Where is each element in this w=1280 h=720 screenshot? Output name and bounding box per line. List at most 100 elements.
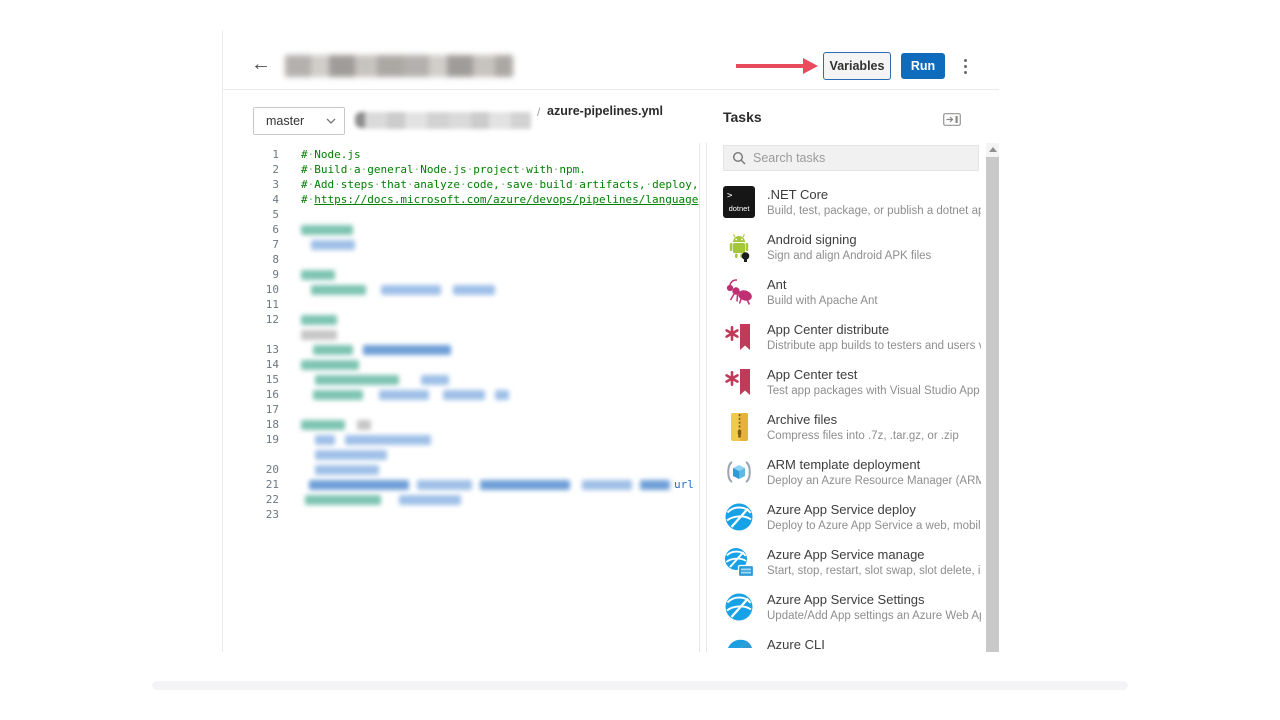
code-content <box>301 390 509 400</box>
task-list-item[interactable]: Azure App Service SettingsUpdate/Add App… <box>723 591 981 625</box>
task-list-item[interactable]: >dotnet.NET CoreBuild, test, package, or… <box>723 186 981 220</box>
line-number: 6 <box>223 223 279 236</box>
code-line: 10 <box>223 282 699 297</box>
code-content <box>301 435 431 445</box>
code-line: 6 <box>223 222 699 237</box>
code-content: #·Add·steps·that·analyze·code,·save·buil… <box>301 178 698 191</box>
line-number: 9 <box>223 268 279 281</box>
app-service-icon <box>723 591 755 623</box>
task-list-item[interactable]: Android signingSign and align Android AP… <box>723 231 981 265</box>
line-number: 14 <box>223 358 279 371</box>
code-line: 13 <box>223 342 699 357</box>
yaml-filename: azure-pipelines.yml <box>547 104 663 118</box>
task-text: Azure App Service deployDeploy to Azure … <box>767 501 981 533</box>
task-list-item[interactable]: Azure CLI <box>723 636 981 652</box>
whitespace-dot: · <box>361 163 368 176</box>
line-number: 8 <box>223 253 279 266</box>
branch-selector[interactable]: master <box>253 107 345 135</box>
comment-link[interactable]: https://docs.microsoft.com/azure/devops/… <box>314 193 698 206</box>
line-number: 13 <box>223 343 279 356</box>
task-description: Distribute app builds to testers and use… <box>767 339 981 353</box>
search-icon <box>732 151 746 165</box>
variables-button[interactable]: Variables <box>823 52 891 80</box>
code-line: 18 <box>223 417 699 432</box>
code-content <box>301 240 355 250</box>
whitespace-dot: · <box>334 178 341 191</box>
task-list-item[interactable]: AntBuild with Apache Ant <box>723 276 981 310</box>
back-arrow-icon[interactable]: ← <box>251 54 271 74</box>
redacted-code <box>301 420 371 430</box>
editor-divider <box>699 143 700 652</box>
android-icon <box>723 231 755 263</box>
archive-icon <box>723 411 755 443</box>
redacted-code <box>301 240 355 250</box>
redacted-code <box>301 345 451 355</box>
redacted-code <box>301 225 353 235</box>
whitespace-dot: · <box>414 163 421 176</box>
pipeline-title-redacted <box>285 55 513 77</box>
whitespace-dot: · <box>573 178 580 191</box>
scrollbar-thumb[interactable] <box>986 157 999 652</box>
code-line: 12 <box>223 312 699 327</box>
task-list-item[interactable]: ARM template deploymentDeploy an Azure R… <box>723 456 981 490</box>
code-fragment: url <box>674 478 694 491</box>
tasks-scrollbar[interactable] <box>986 143 999 652</box>
dotnet-icon: >dotnet <box>723 186 755 218</box>
task-list-item[interactable]: App Center testTest app packages with Vi… <box>723 366 981 400</box>
task-text: Archive filesCompress files into .7z, .t… <box>767 411 959 443</box>
search-tasks-input[interactable] <box>753 151 970 165</box>
code-content <box>301 375 449 385</box>
editor-rows: 1#·Node.js2#·Build·a·general·Node.js·pro… <box>223 147 699 522</box>
path-separator: / <box>537 105 540 119</box>
task-description: Test app packages with Visual Studio App… <box>767 384 981 398</box>
task-name: Azure App Service manage <box>767 547 981 562</box>
task-list: >dotnet.NET CoreBuild, test, package, or… <box>723 186 981 652</box>
whitespace-dot: · <box>374 178 381 191</box>
code-content: #·Build·a·general·Node.js·project·with·n… <box>301 163 586 176</box>
task-list-item[interactable]: Azure App Service manageStart, stop, res… <box>723 546 981 580</box>
code-content <box>301 495 461 505</box>
task-list-item[interactable]: Archive filesCompress files into .7z, .t… <box>723 411 981 445</box>
code-line: 9 <box>223 267 699 282</box>
kebab-menu-icon[interactable] <box>960 53 970 79</box>
app-header: ← Variables Run <box>223 30 999 90</box>
run-button[interactable]: Run <box>901 53 945 79</box>
app-center-icon <box>723 321 755 353</box>
collapse-panel-icon[interactable] <box>943 113 961 126</box>
yaml-code-editor[interactable]: 1#·Node.js2#·Build·a·general·Node.js·pro… <box>223 143 699 652</box>
task-list-item[interactable]: Azure App Service deployDeploy to Azure … <box>723 501 981 535</box>
line-number: 12 <box>223 313 279 326</box>
tasks-panel: Tasks >dotnet.NET CoreBuild, test, packa… <box>707 90 999 652</box>
code-content <box>301 345 451 355</box>
task-search-box <box>723 145 979 171</box>
task-text: Azure App Service manageStart, stop, res… <box>767 546 981 578</box>
code-content <box>301 315 337 325</box>
scroll-up-arrow-icon[interactable] <box>989 147 997 152</box>
code-content <box>301 420 371 430</box>
task-description: Deploy an Azure Resource Manager (ARM) t… <box>767 474 981 488</box>
code-line <box>223 447 699 462</box>
task-name: .NET Core <box>767 187 981 202</box>
annotation-arrow-head <box>803 58 818 74</box>
redacted-code <box>301 465 379 475</box>
code-line: 19 <box>223 432 699 447</box>
line-number: 3 <box>223 178 279 191</box>
whitespace-dot: · <box>407 178 414 191</box>
code-content <box>301 285 495 295</box>
whitespace-dot: · <box>308 148 315 161</box>
line-number: 5 <box>223 208 279 221</box>
redacted-code <box>301 435 431 445</box>
line-number: 22 <box>223 493 279 506</box>
task-name: Ant <box>767 277 878 292</box>
redacted-code <box>301 495 461 505</box>
whitespace-dot: · <box>645 178 652 191</box>
line-number: 18 <box>223 418 279 431</box>
app-service-manage-icon <box>723 546 755 578</box>
task-list-item[interactable]: App Center distributeDistribute app buil… <box>723 321 981 355</box>
tasks-panel-title: Tasks <box>723 109 762 125</box>
line-number: 2 <box>223 163 279 176</box>
app-center-icon <box>723 366 755 398</box>
whitespace-dot: · <box>308 178 315 191</box>
task-name: Azure App Service deploy <box>767 502 981 517</box>
task-text: Azure App Service SettingsUpdate/Add App… <box>767 591 981 623</box>
